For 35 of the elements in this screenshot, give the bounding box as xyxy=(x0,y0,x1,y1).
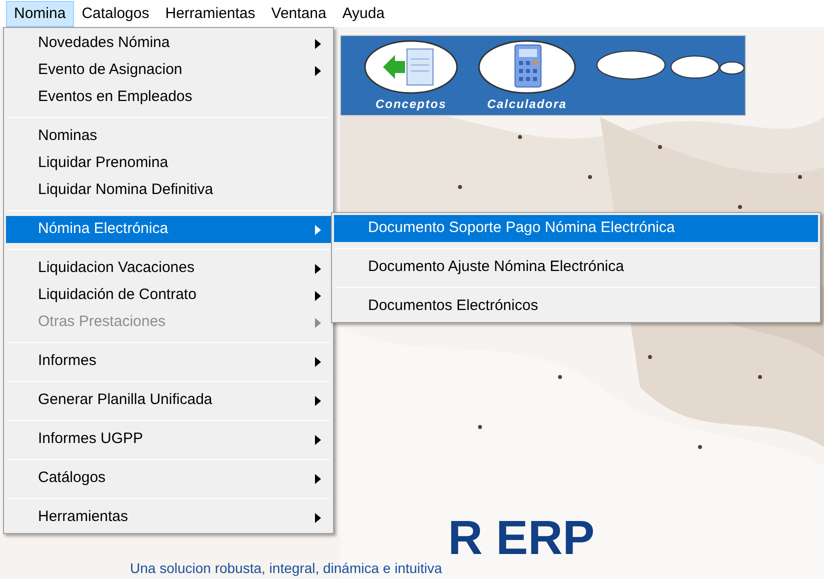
menu-item[interactable]: Eventos en Empleados xyxy=(6,84,331,111)
menu-bar-item[interactable]: Ventana xyxy=(263,0,334,26)
submenu-arrow-icon xyxy=(315,512,321,522)
menu-item[interactable]: Informes UGPP xyxy=(6,426,331,453)
logo-text: R ERP xyxy=(448,515,595,563)
menu-item[interactable]: Liquidar Nomina Definitiva xyxy=(6,177,331,204)
submenu-arrow-icon xyxy=(315,396,321,406)
menu-item[interactable]: Nómina Electrónica xyxy=(6,216,331,243)
submenu-arrow-icon xyxy=(315,434,321,444)
menu-bar-item[interactable]: Herramientas xyxy=(157,0,264,26)
menu-bar-item[interactable]: Ayuda xyxy=(334,0,393,26)
tagline: Una solucion robusta, integral, dinámica e intuitiva xyxy=(130,559,442,578)
menu-item[interactable]: Catálogos xyxy=(6,465,331,492)
menu-item[interactable]: Liquidacion Vacaciones xyxy=(6,255,331,282)
submenu-arrow-icon xyxy=(315,290,321,300)
menu-item[interactable]: Novedades Nómina xyxy=(6,30,331,57)
submenu-arrow-icon xyxy=(315,264,321,274)
menu-item[interactable]: Evento de Asignacion xyxy=(6,57,331,84)
menu-item[interactable]: Documentos Electrónicos xyxy=(334,293,818,320)
menu-item[interactable]: Informes xyxy=(6,348,331,375)
menu-bar-item[interactable]: Nomina xyxy=(6,0,74,26)
submenu-arrow-icon xyxy=(315,318,321,328)
submenu-arrow-icon xyxy=(315,224,321,234)
menu-item[interactable]: Generar Planilla Unificada xyxy=(6,387,331,414)
submenu-arrow-icon xyxy=(315,356,321,366)
menu-item[interactable]: Documento Ajuste Nómina Electrónica xyxy=(334,254,818,281)
menu-bar-item[interactable]: Catalogos xyxy=(74,0,158,26)
menu-item[interactable]: Herramientas xyxy=(6,504,331,531)
submenu-arrow-icon xyxy=(315,38,321,48)
menu-item[interactable]: Nominas xyxy=(6,123,331,150)
submenu-arrow-icon xyxy=(315,66,321,76)
submenu-arrow-icon xyxy=(315,474,321,484)
menu-item[interactable]: Liquidar Prenomina xyxy=(6,150,331,177)
menu-item[interactable]: Documento Soporte Pago Nómina Electrónica xyxy=(334,215,818,242)
menu-item[interactable]: Liquidación de Contrato xyxy=(6,282,331,309)
